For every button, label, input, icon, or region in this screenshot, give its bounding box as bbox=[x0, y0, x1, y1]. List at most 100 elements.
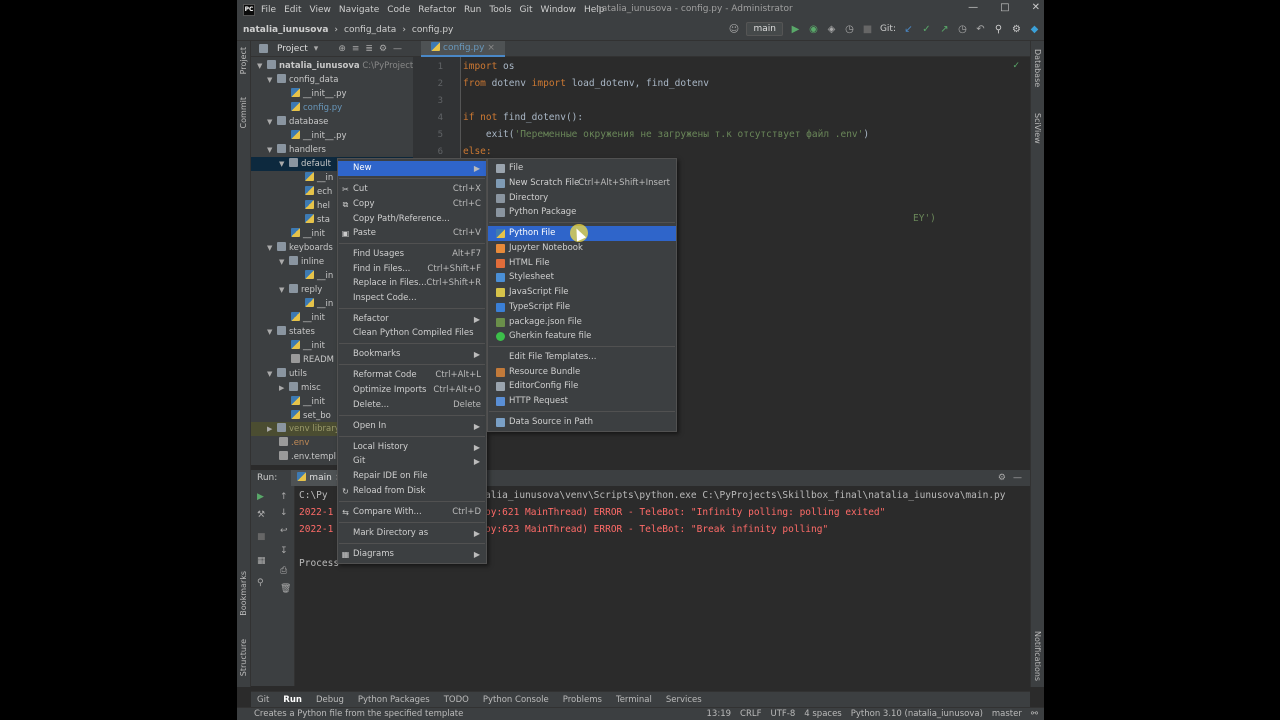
submenu-item-editorconfig[interactable]: EditorConfig File bbox=[488, 379, 676, 394]
tool-tab-commit[interactable]: Commit bbox=[239, 97, 248, 128]
tool-tab-git[interactable]: Git bbox=[257, 695, 269, 705]
menu-navigate[interactable]: Navigate bbox=[339, 5, 379, 15]
caret-position[interactable]: 13:19 bbox=[707, 709, 732, 719]
menu-item-paste[interactable]: ▣ Paste Ctrl+V bbox=[338, 226, 486, 241]
tree-item-file[interactable]: __init__.py bbox=[291, 129, 347, 143]
menu-item-inspect-code[interactable]: Inspect Code... bbox=[338, 291, 486, 306]
soft-wrap-icon[interactable]: ↩ bbox=[280, 526, 288, 536]
submenu-item-data-source[interactable]: Data Source in Path bbox=[488, 415, 676, 430]
tree-item-file[interactable]: .env bbox=[279, 436, 309, 450]
tool-tab-terminal[interactable]: Terminal bbox=[616, 695, 652, 705]
menu-item-delete[interactable]: Delete... Delete bbox=[338, 398, 486, 413]
rollback-icon[interactable]: ↶ bbox=[975, 24, 986, 35]
close-tab-icon[interactable]: × bbox=[487, 43, 495, 53]
submenu-item-package-json[interactable]: package.json File bbox=[488, 315, 676, 330]
history-icon[interactable]: ◷ bbox=[957, 24, 968, 35]
git-commit-icon[interactable]: ✓ bbox=[921, 24, 932, 35]
tree-item-file[interactable]: __in bbox=[305, 171, 333, 185]
menu-view[interactable]: View bbox=[310, 5, 331, 15]
stop-icon[interactable]: ■ bbox=[257, 532, 266, 542]
menu-item-clean-compiled[interactable]: Clean Python Compiled Files bbox=[338, 326, 486, 341]
tree-item-file[interactable]: __init bbox=[291, 227, 325, 241]
user-icon[interactable]: ☺ bbox=[728, 24, 739, 35]
git-push-icon[interactable]: ↗ bbox=[939, 24, 950, 35]
gear-icon[interactable]: ⚙ bbox=[1011, 24, 1022, 35]
tool-tab-notifications[interactable]: Notifications bbox=[1033, 631, 1042, 681]
git-branch[interactable]: master bbox=[992, 709, 1022, 719]
tool-tab-python-console[interactable]: Python Console bbox=[483, 695, 549, 705]
menu-item-open-in[interactable]: Open In ▶ bbox=[338, 419, 486, 434]
interpreter-selector[interactable]: Python 3.10 (natalia_iunusova) bbox=[851, 709, 983, 719]
gear-icon[interactable]: ⚙ bbox=[379, 44, 387, 54]
tool-tab-python-packages[interactable]: Python Packages bbox=[358, 695, 430, 705]
submenu-item-jupyter-notebook[interactable]: Jupyter Notebook bbox=[488, 241, 676, 256]
tree-item-folder[interactable]: ▼ database bbox=[267, 115, 328, 129]
chevron-down-icon[interactable]: ▾ bbox=[314, 44, 319, 54]
tree-item-root[interactable]: ▼natalia_iunusova C:\PyProjects\Skil bbox=[257, 59, 413, 73]
stop-icon[interactable]: ■ bbox=[862, 24, 873, 35]
gear-icon[interactable]: ⚙ bbox=[998, 473, 1006, 483]
submenu-item-http-request[interactable]: HTTP Request bbox=[488, 394, 676, 409]
submenu-item-edit-templates[interactable]: Edit File Templates... bbox=[488, 350, 676, 365]
tree-item-file[interactable]: __init bbox=[291, 311, 325, 325]
menu-code[interactable]: Code bbox=[387, 5, 410, 15]
tree-item-file[interactable]: .env.templ bbox=[279, 450, 336, 464]
menu-item-repair-ide[interactable]: Repair IDE on File bbox=[338, 469, 486, 484]
submenu-item-scratch-file[interactable]: New Scratch File Ctrl+Alt+Shift+Insert bbox=[488, 176, 676, 191]
tool-tab-project[interactable]: Project bbox=[239, 47, 248, 74]
indent-setting[interactable]: 4 spaces bbox=[804, 709, 841, 719]
tool-tab-problems[interactable]: Problems bbox=[563, 695, 602, 705]
tree-item-file[interactable]: __in bbox=[305, 269, 333, 283]
debug-icon[interactable]: ◉ bbox=[808, 24, 819, 35]
submenu-item-directory[interactable]: Directory bbox=[488, 191, 676, 206]
tree-item-folder[interactable]: ▼ reply bbox=[279, 283, 322, 297]
tool-tab-structure[interactable]: Structure bbox=[239, 639, 248, 676]
tree-item-file[interactable]: ech bbox=[305, 185, 332, 199]
menu-item-find-in-files[interactable]: Find in Files... Ctrl+Shift+F bbox=[338, 262, 486, 277]
search-icon[interactable]: ⚲ bbox=[993, 24, 1004, 35]
tree-item-folder[interactable]: ▶ misc bbox=[279, 381, 321, 395]
submenu-item-html-file[interactable]: HTML File bbox=[488, 256, 676, 271]
tree-item-folder[interactable]: ▼ states bbox=[267, 325, 315, 339]
menu-item-refactor[interactable]: Refactor ▶ bbox=[338, 312, 486, 327]
menu-item-copy-path[interactable]: Copy Path/Reference... bbox=[338, 212, 486, 227]
menu-item-local-history[interactable]: Local History ▶ bbox=[338, 440, 486, 455]
menu-file[interactable]: File bbox=[261, 5, 276, 15]
collapse-all-icon[interactable]: ≣ bbox=[365, 44, 373, 54]
rerun-icon[interactable]: ▶ bbox=[257, 492, 264, 502]
submenu-item-resource-bundle[interactable]: Resource Bundle bbox=[488, 365, 676, 380]
plugin-icon[interactable]: ◆ bbox=[1029, 24, 1040, 35]
lock-icon[interactable]: ⚯ bbox=[1031, 709, 1038, 719]
tool-tab-todo[interactable]: TODO bbox=[444, 695, 469, 705]
tree-item-folder[interactable]: ▼ inline bbox=[279, 255, 324, 269]
tree-item-folder[interactable]: ▼ default bbox=[279, 157, 331, 171]
tree-item-folder[interactable]: ▼ keyboards bbox=[267, 241, 333, 255]
breadcrumb-folder[interactable]: config_data bbox=[344, 25, 396, 35]
tool-tab-sciview[interactable]: SciView bbox=[1033, 113, 1042, 144]
git-update-icon[interactable]: ↙ bbox=[903, 24, 914, 35]
menu-item-copy[interactable]: ⧉ Copy Ctrl+C bbox=[338, 197, 486, 212]
tool-tab-debug[interactable]: Debug bbox=[316, 695, 344, 705]
hide-icon[interactable]: — bbox=[393, 44, 402, 54]
coverage-icon[interactable]: ◈ bbox=[826, 24, 837, 35]
tool-tab-database[interactable]: Database bbox=[1033, 49, 1042, 87]
arrow-down-icon[interactable]: ↓ bbox=[280, 508, 288, 518]
menu-item-optimize-imports[interactable]: Optimize Imports Ctrl+Alt+O bbox=[338, 383, 486, 398]
tree-item-folder[interactable]: ▼ handlers bbox=[267, 143, 326, 157]
run-icon[interactable]: ▶ bbox=[790, 24, 801, 35]
run-config-selector[interactable]: main bbox=[746, 22, 783, 36]
tree-item-file[interactable]: __init bbox=[291, 339, 325, 353]
tree-item-file[interactable]: READM bbox=[291, 353, 334, 367]
print-icon[interactable]: ⎙ bbox=[280, 566, 287, 576]
menu-item-diagrams[interactable]: ▦ Diagrams ▶ bbox=[338, 547, 486, 562]
breadcrumb-file[interactable]: config.py bbox=[412, 25, 453, 35]
close-icon[interactable]: ✕ bbox=[1032, 2, 1040, 13]
menu-run[interactable]: Run bbox=[464, 5, 481, 15]
menu-item-replace-in-files[interactable]: Replace in Files... Ctrl+Shift+R bbox=[338, 276, 486, 291]
submenu-item-typescript-file[interactable]: TypeScript File bbox=[488, 300, 676, 315]
tree-item-file[interactable]: __init bbox=[291, 395, 325, 409]
tree-item-file[interactable]: hel bbox=[305, 199, 330, 213]
menu-git[interactable]: Git bbox=[519, 5, 532, 15]
menu-item-cut[interactable]: ✂ Cut Ctrl+X bbox=[338, 182, 486, 197]
target-icon[interactable]: ⊕ bbox=[338, 44, 346, 54]
